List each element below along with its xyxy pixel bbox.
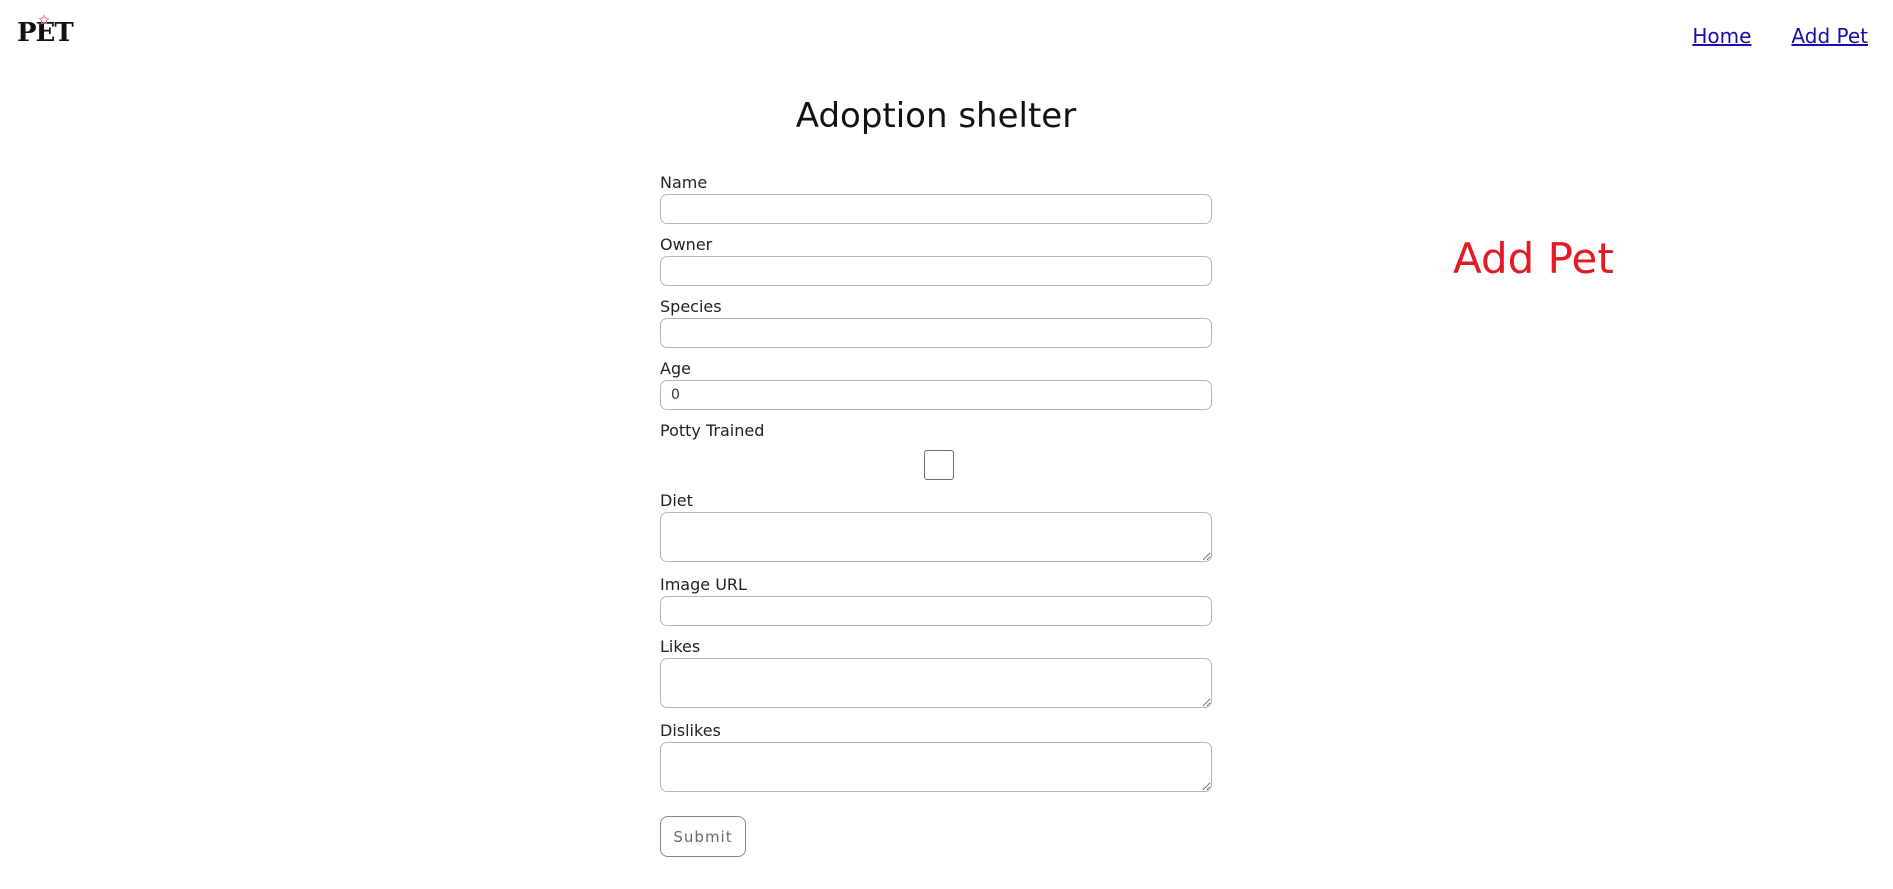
diet-textarea[interactable] — [660, 512, 1212, 562]
top-nav: Home Add Pet — [1692, 24, 1868, 48]
owner-field-group: Owner — [660, 234, 1212, 286]
dislikes-field-group: Dislikes — [660, 720, 1212, 792]
image-url-input[interactable] — [660, 596, 1212, 626]
image-url-label: Image URL — [660, 575, 747, 594]
dislikes-textarea[interactable] — [660, 742, 1212, 792]
potty-trained-label: Potty Trained — [660, 421, 765, 440]
logo: PET ✩ — [17, 13, 74, 48]
potty-field-group: Potty Trained — [660, 420, 1212, 480]
dislikes-label: Dislikes — [660, 721, 721, 740]
likes-field-group: Likes — [660, 636, 1212, 708]
name-label: Name — [660, 173, 708, 192]
add-pet-form: Name Owner Species Age Potty Trained Die… — [660, 172, 1212, 857]
submit-button[interactable]: Submit — [660, 816, 746, 857]
owner-label: Owner — [660, 235, 713, 254]
name-input[interactable] — [660, 194, 1212, 224]
diet-field-group: Diet — [660, 490, 1212, 562]
page-title: Adoption shelter — [795, 96, 1077, 136]
species-input[interactable] — [660, 318, 1212, 348]
age-input[interactable] — [660, 380, 1212, 410]
add-pet-heading: Add Pet — [1453, 234, 1614, 283]
age-field-group: Age — [660, 358, 1212, 410]
image-url-field-group: Image URL — [660, 574, 1212, 626]
species-field-group: Species — [660, 296, 1212, 348]
star-icon: ✩ — [39, 13, 49, 27]
potty-checkbox-wrap — [660, 450, 1212, 480]
name-field-group: Name — [660, 172, 1212, 224]
age-label: Age — [660, 359, 691, 378]
species-label: Species — [660, 297, 722, 316]
nav-home-link[interactable]: Home — [1692, 24, 1751, 48]
diet-label: Diet — [660, 491, 693, 510]
likes-textarea[interactable] — [660, 658, 1212, 708]
potty-trained-checkbox[interactable] — [923, 450, 954, 480]
likes-label: Likes — [660, 637, 701, 656]
owner-input[interactable] — [660, 256, 1212, 286]
nav-add-pet-link[interactable]: Add Pet — [1791, 24, 1868, 48]
